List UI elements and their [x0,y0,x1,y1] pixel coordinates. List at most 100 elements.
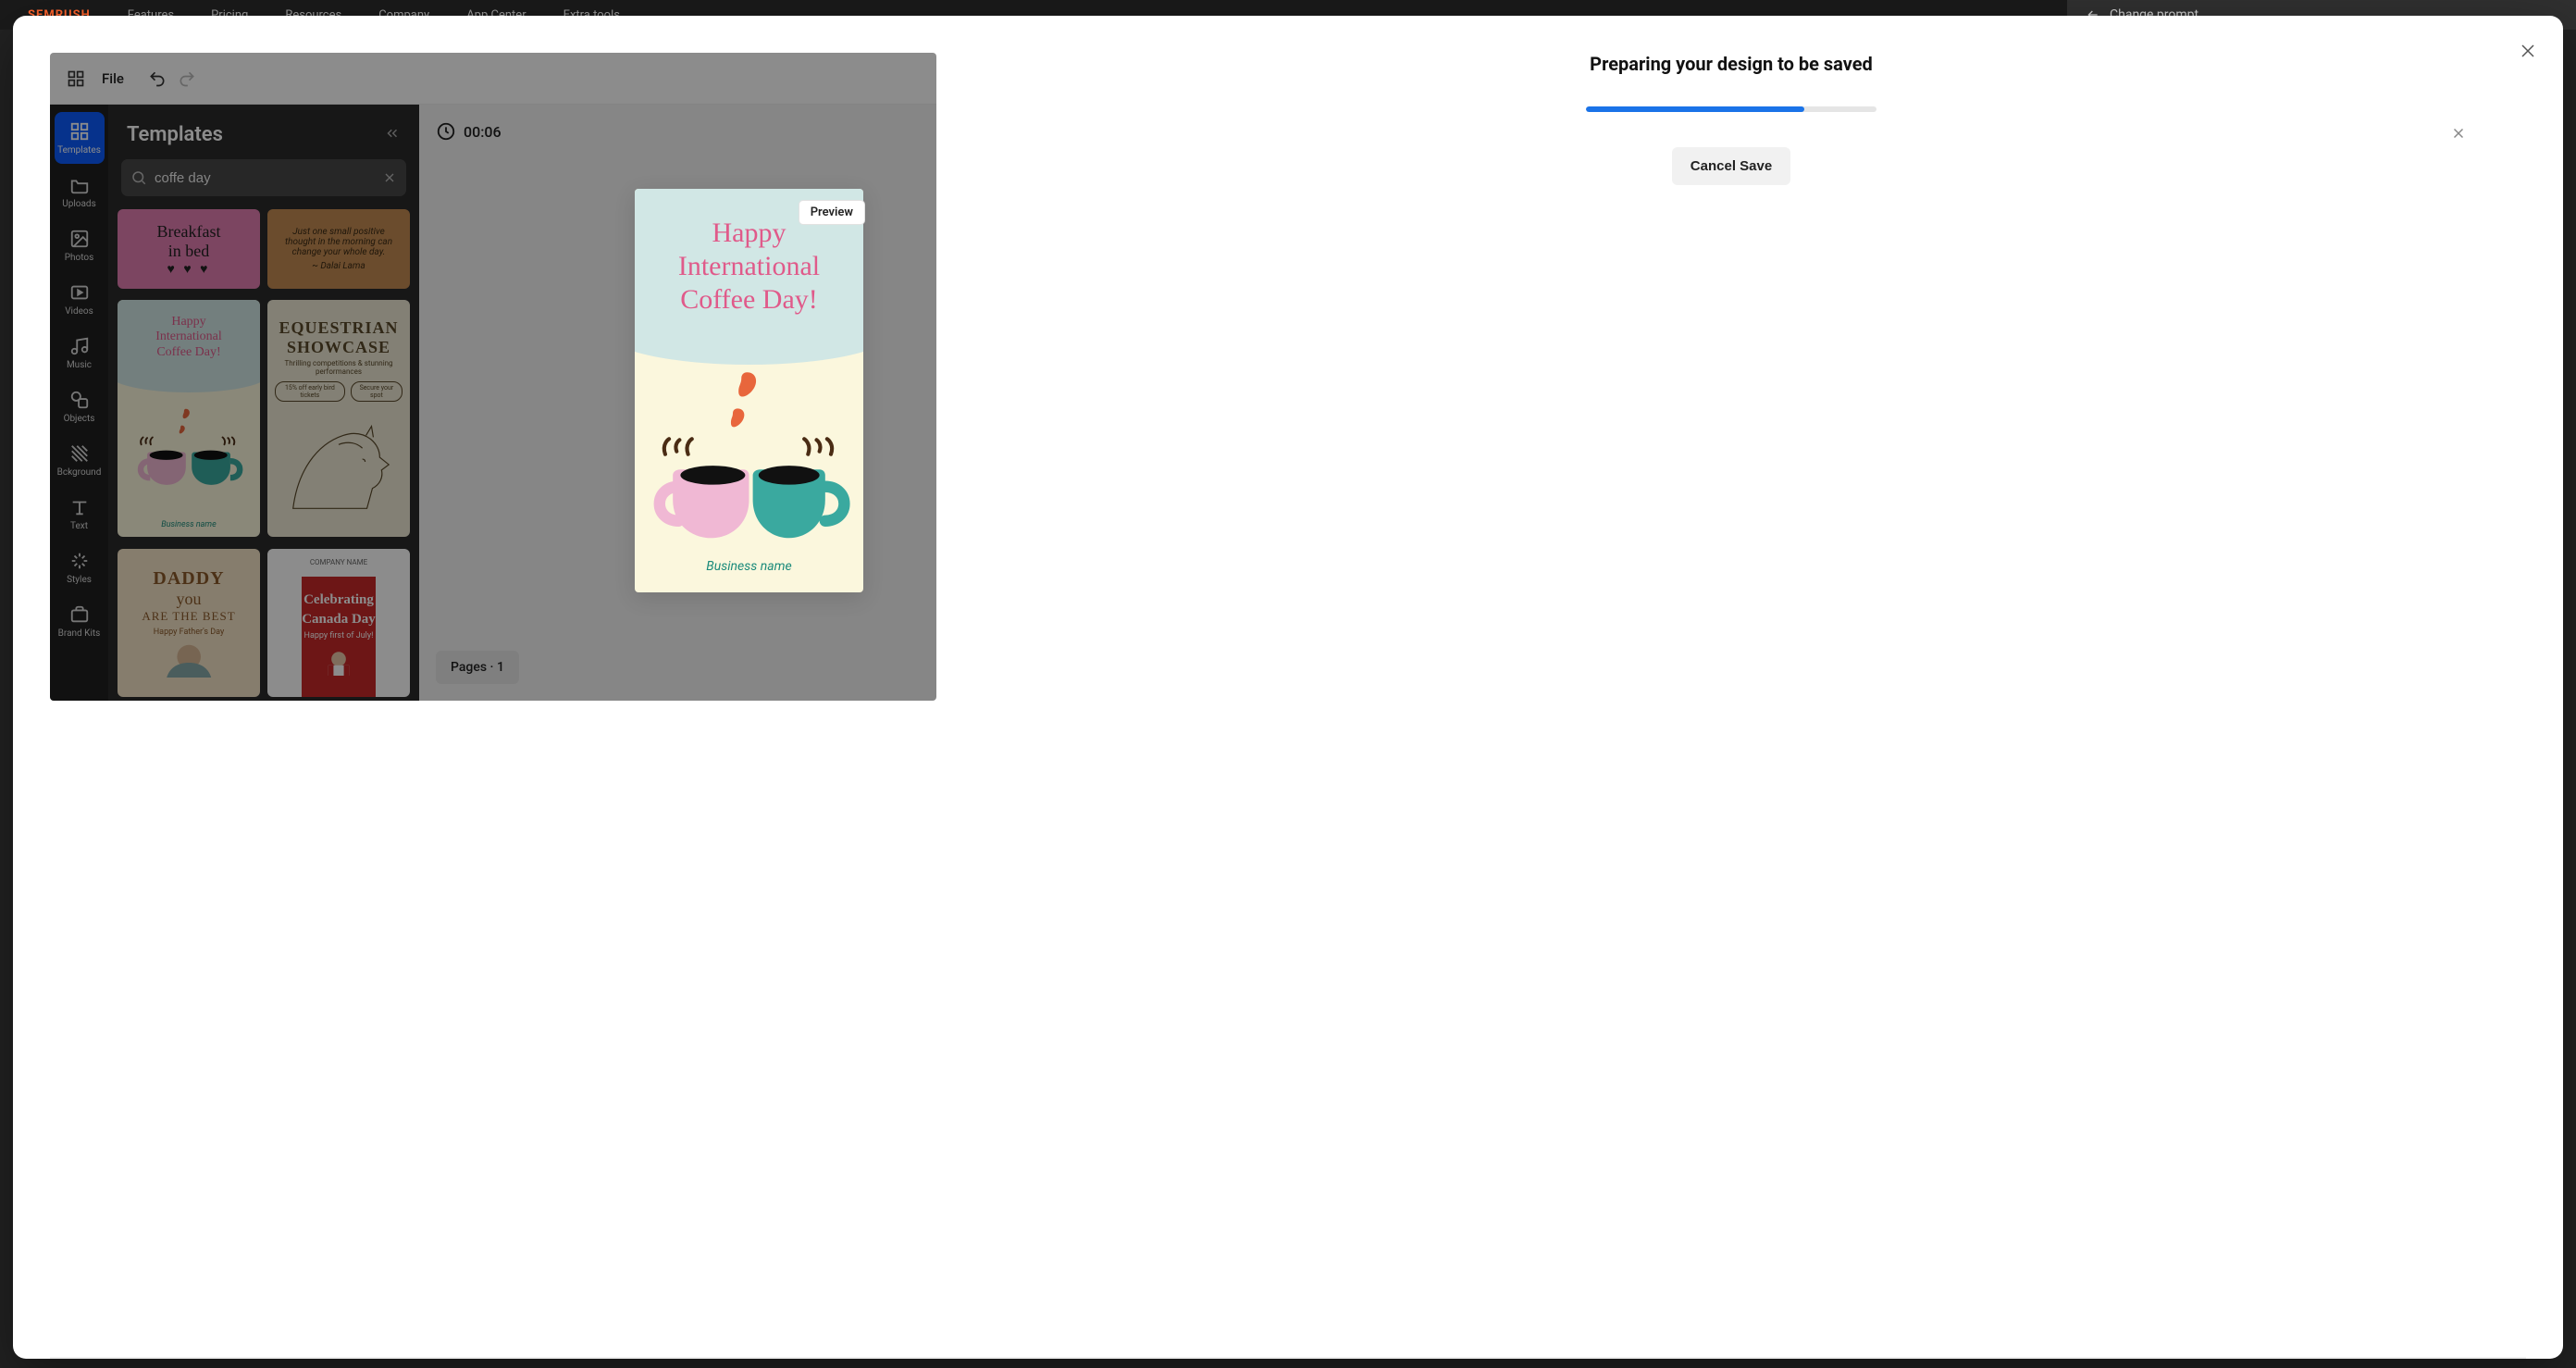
tpl-text: DADDY [153,568,224,590]
modal-close-button[interactable] [2513,36,2543,66]
tpl-text: Breakfast [157,222,221,242]
modal-divider [50,1357,2526,1359]
tpl-text: Happy first of July! [304,631,374,640]
rail-photos-label: Photos [65,253,94,263]
music-icon [69,336,90,356]
apps-grid-icon[interactable] [67,69,85,88]
rail-styles[interactable]: Styles [55,541,105,593]
rail-objects-label: Objects [64,414,95,424]
shapes-icon [69,390,90,410]
coffee-cups-icon [118,402,260,491]
rail-music-label: Music [67,360,92,370]
save-progress-fill [1586,106,1804,112]
video-icon [69,282,90,303]
tpl-text: International [155,330,222,343]
rail-styles-label: Styles [67,575,92,585]
text-icon [69,497,90,517]
folder-icon [69,175,90,195]
rail-brandkits-label: Brand Kits [58,628,101,639]
tpl-text: Just one small positive thought in the m… [277,227,401,257]
tpl-text: Secure your spot [351,381,402,402]
sparkle-icon [69,551,90,571]
tpl-text: in bed [168,242,210,261]
rail-uploads-label: Uploads [62,199,95,209]
template-card[interactable]: Just one small positive thought in the m… [267,209,410,289]
templates-icon [69,121,90,142]
save-panel-close-button[interactable] [2450,125,2467,145]
rail-music[interactable]: Music [55,327,105,379]
template-search[interactable] [121,159,406,196]
hearts-icon: ♥ ♥ ♥ [167,261,211,277]
rail-templates[interactable]: Templates [55,112,105,164]
tpl-text: ~ Dalai Lama [312,261,365,271]
tpl-text: Coffee Day! [156,345,220,359]
tpl-text: Thrilling competitions & stunning perfor… [275,359,402,376]
person-icon [138,640,240,678]
rail-photos[interactable]: Photos [55,219,105,271]
rail-uploads[interactable]: Uploads [55,166,105,218]
design-preview-card: Preview Happy International Coffee Day! [635,189,863,592]
tpl-text: COMPANY NAME [310,558,367,566]
tpl-text: Happy [171,315,205,329]
briefcase-icon [69,604,90,625]
person-flag-icon [313,644,365,681]
tpl-text: Celebrating [303,592,374,608]
preview-title: Happy International Coffee Day! [635,217,863,317]
preview-tag: Preview [799,200,865,225]
template-card[interactable]: COMPANY NAME Celebrating Canada Day Happ… [267,549,410,697]
templates-panel: Templates Breakfa [108,105,419,701]
clear-search-icon[interactable] [382,170,397,185]
redo-icon[interactable] [178,69,196,88]
image-icon [69,229,90,249]
tpl-text: Canada Day [302,612,376,628]
tpl-text: ARE THE BEST [142,609,235,624]
undo-icon[interactable] [148,69,167,88]
tpl-text: you [177,590,202,609]
file-menu[interactable]: File [102,70,124,87]
template-card[interactable]: Breakfast in bed ♥ ♥ ♥ [118,209,260,289]
rail-background[interactable]: Bckground [55,434,105,486]
rail-objects[interactable]: Objects [55,380,105,432]
rail-background-label: Bckground [57,467,102,478]
search-icon [130,169,147,186]
template-card[interactable]: EQUESTRIAN SHOWCASE Thrilling competitio… [267,300,410,537]
editor-toolbar: File [50,53,936,105]
tpl-text: Happy Father's Day [154,628,224,637]
search-input[interactable] [155,170,375,186]
tpl-text: 15% off early bird tickets [275,381,345,402]
save-progress-bar [1586,106,1876,112]
horse-icon [275,407,402,518]
tpl-text: EQUESTRIAN [279,318,398,338]
cancel-save-button[interactable]: Cancel Save [1672,147,1790,185]
coffee-cups-illustration [635,365,863,555]
rail-videos[interactable]: Videos [55,273,105,325]
template-card[interactable]: DADDY you ARE THE BEST Happy Father's Da… [118,549,260,697]
preview-line: Coffee Day! [680,284,818,315]
background-icon [69,443,90,464]
clock-icon [436,121,456,142]
preview-line: Happy [712,218,786,248]
pages-indicator[interactable]: Pages · 1 [436,651,519,684]
save-progress-panel: Preparing your design to be saved Cancel… [936,53,2526,185]
collapse-panel-button[interactable] [384,125,401,145]
close-icon [2517,40,2539,62]
rail-brandkits[interactable]: Brand Kits [55,595,105,647]
rail-text[interactable]: Text [55,488,105,540]
save-title: Preparing your design to be saved [1590,53,1873,75]
rail-videos-label: Videos [65,306,93,317]
preview-business-name: Business name [635,559,863,574]
chevron-double-left-icon [384,125,401,142]
timer-value: 00:06 [464,123,502,141]
tpl-text: SHOWCASE [287,338,390,357]
templates-grid: Breakfast in bed ♥ ♥ ♥ Just one small po… [108,209,419,701]
rail-templates-label: Templates [57,145,101,155]
left-tool-rail: Templates Uploads Photos Videos [50,105,108,701]
template-card[interactable]: Happy International Coffee Day! [118,300,260,537]
editor-area: File Templates Uploads [13,16,2563,1357]
tpl-text: Business name [118,520,260,529]
canvas-timer: 00:06 [436,121,502,142]
preview-line: International [678,251,820,281]
close-icon [2450,125,2467,142]
rail-text-label: Text [70,521,88,531]
pages-label: Pages · 1 [451,660,504,675]
